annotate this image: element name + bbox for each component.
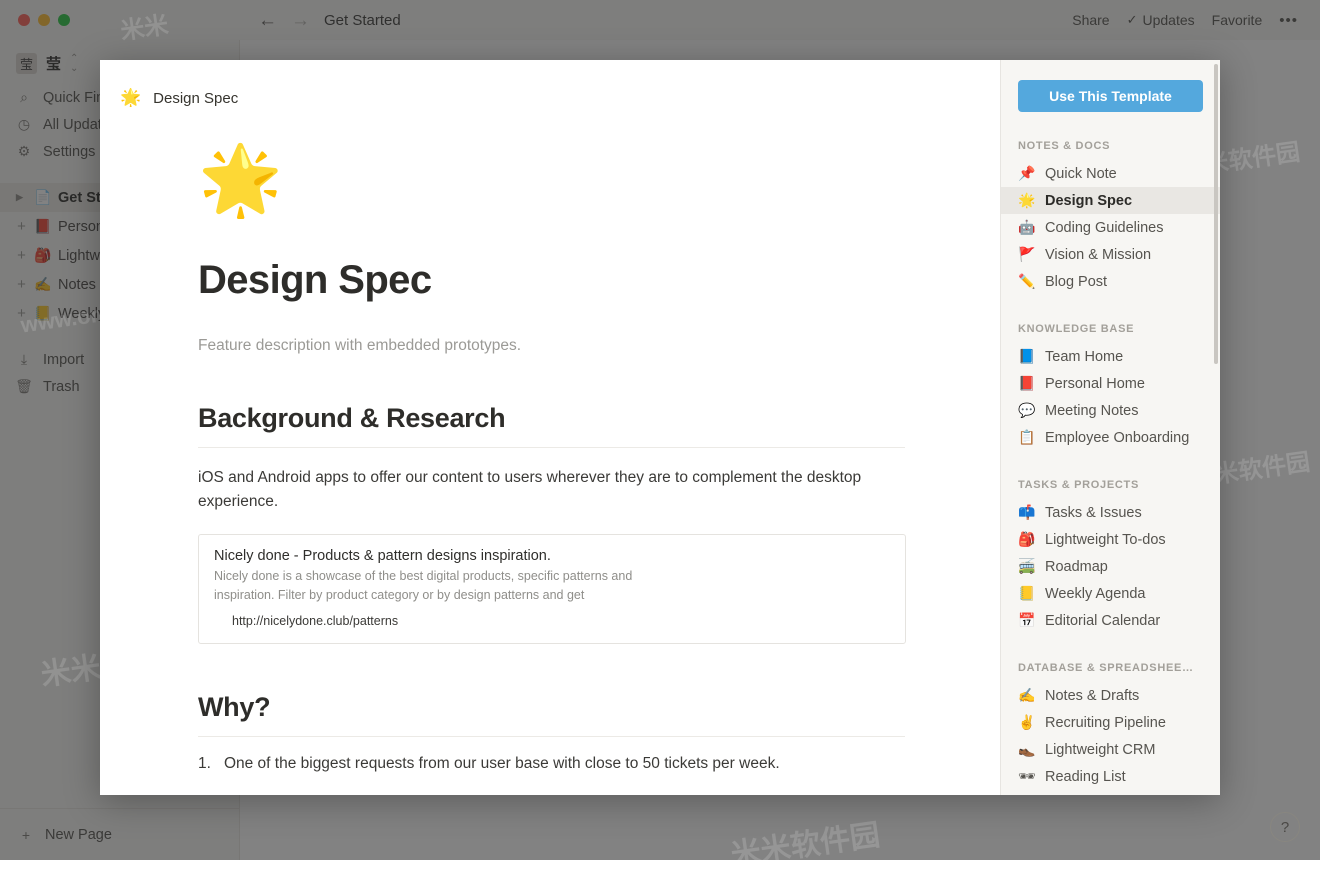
template-group-label: DATABASE & SPREADSHEE… [1001, 662, 1220, 674]
trolleybus-icon: 🚎 [1018, 558, 1035, 575]
template-document-pane: 🌟 Design Spec 🌟 Design Spec Feature desc… [100, 60, 1000, 795]
template-item-editorial-calendar[interactable]: 📅 Editorial Calendar [1001, 607, 1220, 634]
template-item-design-spec[interactable]: 🌟 Design Spec [1001, 187, 1220, 214]
template-item-recruiting-pipeline[interactable]: ✌️ Recruiting Pipeline [1001, 709, 1220, 736]
template-item-label: Notes & Drafts [1045, 688, 1139, 704]
template-item-label: Tasks & Issues [1045, 505, 1142, 521]
section-heading-why: Why? [198, 692, 905, 723]
template-item-vision-mission[interactable]: 🚩 Vision & Mission [1001, 241, 1220, 268]
template-item-label: Coding Guidelines [1045, 220, 1164, 236]
modal-document-title: Design Spec [153, 90, 238, 107]
template-group-label: KNOWLEDGE BASE [1001, 323, 1220, 335]
shoe-icon: 👞 [1018, 741, 1035, 758]
template-item-label: Team Home [1045, 349, 1123, 365]
pushpin-icon: 📌 [1018, 165, 1035, 182]
template-group-label: TASKS & PROJECTS [1001, 479, 1220, 491]
template-item-label: Employee Onboarding [1045, 430, 1189, 446]
victory-hand-icon: ✌️ [1018, 714, 1035, 731]
bookmark-title: Nicely done - Products & pattern designs… [214, 548, 890, 564]
template-item-label: Lightweight To-dos [1045, 532, 1166, 548]
calendar-icon: 📅 [1018, 612, 1035, 629]
template-item-label: Quick Note [1045, 166, 1117, 182]
template-item-blog-post[interactable]: ✏️ Blog Post [1001, 268, 1220, 295]
flag-icon: 🚩 [1018, 246, 1035, 263]
blue-book-icon: 📘 [1018, 348, 1035, 365]
document-body: 🌟 Design Spec Feature description with e… [100, 116, 1000, 773]
bookmark-url[interactable]: http://nicelydone.club/patterns [214, 614, 890, 628]
help-button[interactable]: ? [1270, 812, 1300, 842]
template-item-label: Design Spec [1045, 193, 1132, 209]
ledger-icon: 📒 [1018, 585, 1035, 602]
star-icon: 🌟 [1018, 192, 1035, 209]
mailbox-icon: 📫 [1018, 504, 1035, 521]
clipboard-icon: 📋 [1018, 429, 1035, 446]
red-book-icon: 📕 [1018, 375, 1035, 392]
template-item-notes-drafts[interactable]: ✍️ Notes & Drafts [1001, 682, 1220, 709]
pencil-icon: ✏️ [1018, 273, 1035, 290]
backpack-icon: 🎒 [1018, 531, 1035, 548]
bookmark-card[interactable]: Nicely done - Products & pattern designs… [198, 534, 906, 644]
bookmark-description: Nicely done is a showcase of the best di… [214, 567, 634, 605]
list-number: 1. [198, 755, 211, 773]
use-this-template-button[interactable]: Use This Template [1018, 80, 1203, 112]
divider [198, 447, 905, 448]
template-list-pane[interactable]: Use This Template NOTES & DOCS 📌 Quick N… [1000, 60, 1220, 795]
template-item-coding-guidelines[interactable]: 🤖 Coding Guidelines [1001, 214, 1220, 241]
modal-document-header: 🌟 Design Spec [100, 60, 1000, 116]
numbered-list-item: 1. One of the biggest requests from our … [198, 755, 905, 773]
template-item-label: Meeting Notes [1045, 403, 1139, 419]
star-icon: 🌟 [120, 88, 141, 108]
list-item-text: One of the biggest requests from our use… [224, 755, 780, 773]
template-item-weekly-agenda[interactable]: 📒 Weekly Agenda [1001, 580, 1220, 607]
section-paragraph: iOS and Android apps to offer our conten… [198, 466, 878, 514]
template-item-meeting-notes[interactable]: 💬 Meeting Notes [1001, 397, 1220, 424]
template-list-scrollbar[interactable] [1214, 64, 1218, 364]
template-item-personal-home[interactable]: 📕 Personal Home [1001, 370, 1220, 397]
template-item-label: Recruiting Pipeline [1045, 715, 1166, 731]
writing-hand-icon: ✍️ [1018, 687, 1035, 704]
template-item-label: Reading List [1045, 769, 1126, 785]
template-item-label: Personal Home [1045, 376, 1145, 392]
template-item-label: Lightweight CRM [1045, 742, 1155, 758]
template-item-employee-onboarding[interactable]: 📋 Employee Onboarding [1001, 424, 1220, 451]
section-heading-background: Background & Research [198, 403, 905, 434]
template-item-roadmap[interactable]: 🚎 Roadmap [1001, 553, 1220, 580]
template-item-reading-list[interactable]: 🕶 Reading List [1001, 763, 1220, 790]
page-subtitle: Feature description with embedded protot… [198, 337, 905, 355]
speech-balloon-icon: 💬 [1018, 402, 1035, 419]
page-title: Design Spec [198, 258, 905, 303]
sunglasses-icon: 🕶 [1018, 768, 1035, 785]
template-group-label: NOTES & DOCS [1001, 140, 1220, 152]
hero-star-icon: 🌟 [198, 146, 905, 214]
template-item-tasks-issues[interactable]: 📫 Tasks & Issues [1001, 499, 1220, 526]
template-item-label: Roadmap [1045, 559, 1108, 575]
template-item-label: Vision & Mission [1045, 247, 1151, 263]
template-item-lightweight-todos[interactable]: 🎒 Lightweight To-dos [1001, 526, 1220, 553]
template-item-lightweight-crm[interactable]: 👞 Lightweight CRM [1001, 736, 1220, 763]
divider [198, 736, 905, 737]
template-item-label: Weekly Agenda [1045, 586, 1146, 602]
robot-icon: 🤖 [1018, 219, 1035, 236]
template-item-label: Editorial Calendar [1045, 613, 1160, 629]
template-item-label: Blog Post [1045, 274, 1107, 290]
template-item-team-home[interactable]: 📘 Team Home [1001, 343, 1220, 370]
template-item-quick-note[interactable]: 📌 Quick Note [1001, 160, 1220, 187]
template-preview-modal: 🌟 Design Spec 🌟 Design Spec Feature desc… [100, 60, 1220, 795]
